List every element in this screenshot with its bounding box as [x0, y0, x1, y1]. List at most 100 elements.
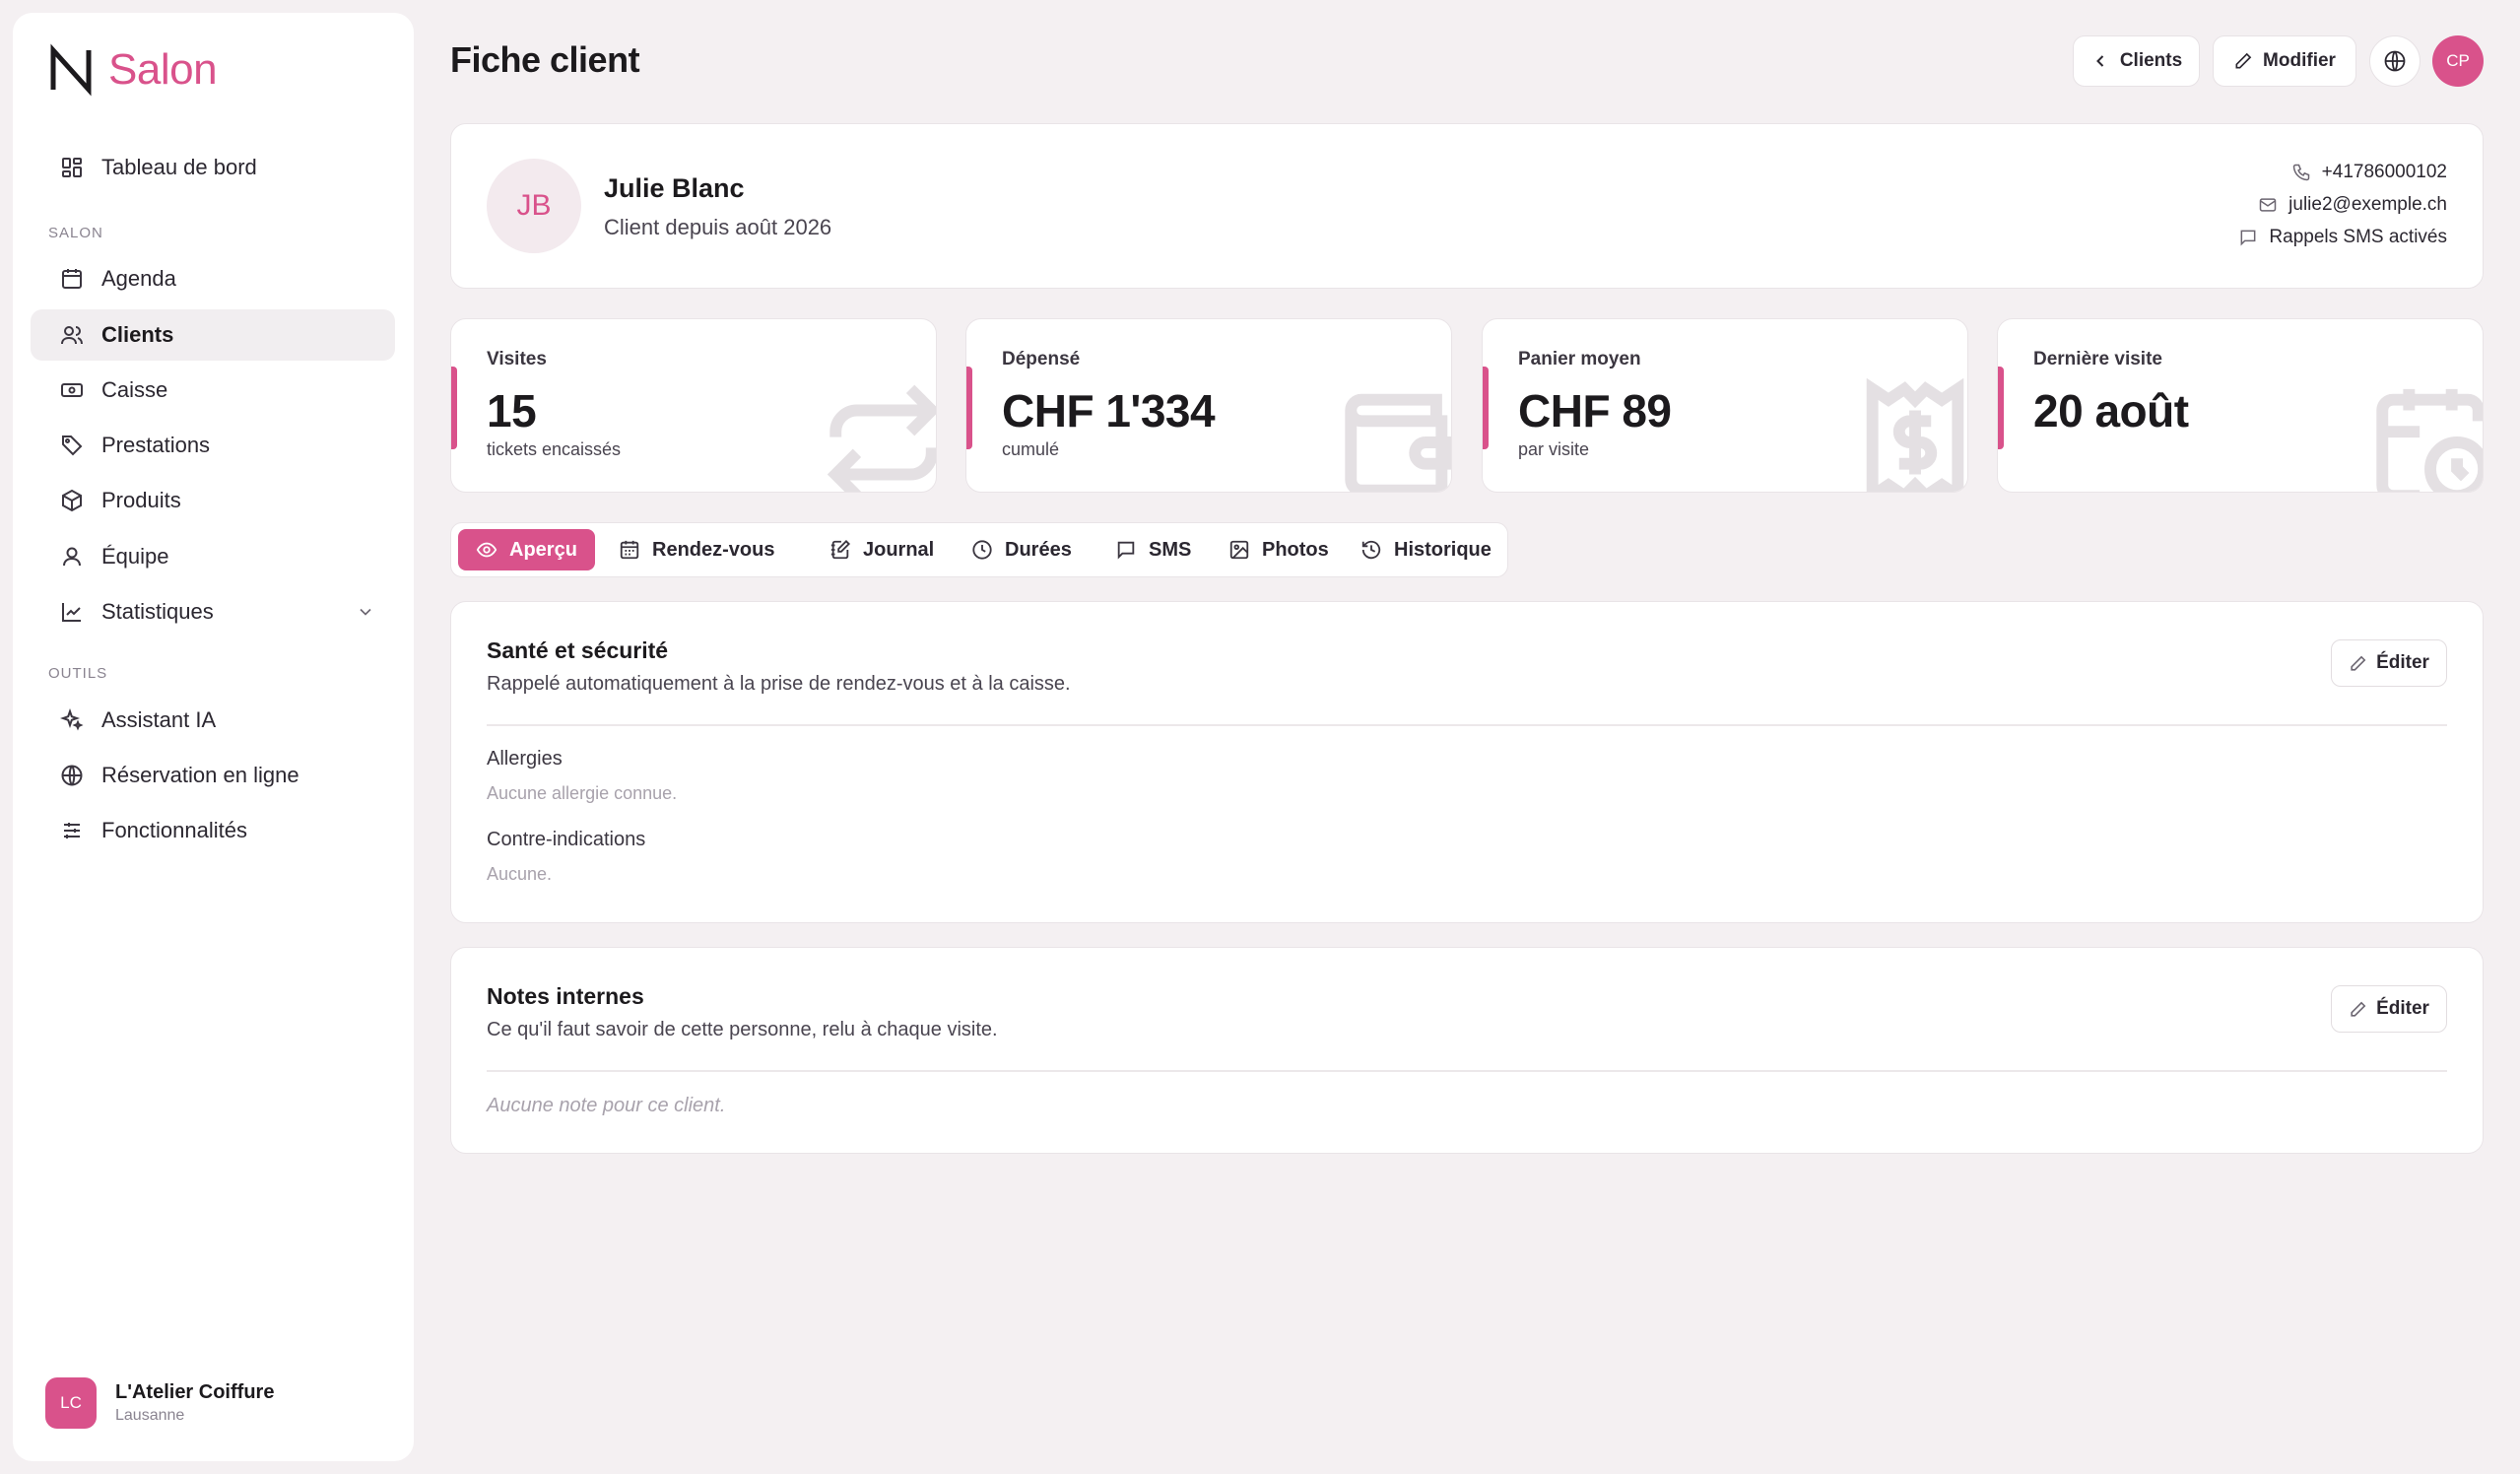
dashboard-icon [62, 158, 82, 177]
contraindications-value: Aucune. [487, 864, 553, 884]
sidebar-item-fonctionnalites[interactable]: Fonctionnalités [31, 805, 395, 856]
sliders-icon [64, 823, 80, 838]
stat-label: Visites [487, 349, 547, 369]
sidebar-item-equipe[interactable]: Équipe [31, 531, 395, 582]
users-icon [61, 326, 83, 345]
client-profile-card: JB Julie Blanc Client depuis août 2026 +… [450, 123, 2484, 289]
language-button[interactable] [2369, 35, 2421, 87]
tab-rendez-vous[interactable]: Rendez-vous [601, 529, 792, 570]
stat-value: CHF 1'334 [1002, 385, 1216, 436]
sidebar-item-label: Assistant IA [101, 707, 217, 732]
sidebar-item-statistiques[interactable]: Statistiques [31, 586, 395, 637]
pencil-icon [2351, 1001, 2366, 1017]
phone-icon [2292, 164, 2309, 181]
sidebar-item-prestations[interactable]: Prestations [31, 420, 395, 471]
client-phone[interactable]: +41786000102 [2291, 162, 2447, 183]
tab-label: Durées [1005, 538, 1072, 561]
stat-accent-bar [966, 367, 972, 449]
email-value: julie2@exemple.ch [2288, 194, 2447, 215]
tab-historique[interactable]: Historique [1343, 529, 1509, 570]
stat-label: Dernière visite [2033, 349, 2162, 369]
sidebar-item-label: Agenda [101, 266, 176, 291]
stat-accent-bar [1483, 367, 1489, 449]
stat-value: CHF 89 [1518, 385, 1672, 436]
pencil-icon [2351, 655, 2366, 671]
stat-subtitle: cumulé [1002, 439, 1060, 459]
edit-notes-button[interactable]: Éditer [2331, 985, 2447, 1033]
edit-button-label: Éditer [2376, 998, 2429, 1019]
sidebar-item-label: Produits [101, 488, 181, 512]
organization-switcher[interactable]: LC L'Atelier Coiffure Lausanne [45, 1377, 274, 1429]
mail-icon [2259, 198, 2277, 212]
section-label-salon: SALON [48, 225, 103, 241]
edit-health-button[interactable]: Éditer [2331, 639, 2447, 687]
sidebar-item-label: Prestations [101, 433, 211, 457]
image-icon [1229, 540, 1249, 560]
tab-label: Aperçu [509, 538, 577, 561]
stat-subtitle: tickets encaissés [487, 439, 622, 459]
internal-notes-card: Notes internes Ce qu'il faut savoir de c… [450, 947, 2484, 1154]
client-tabs: Aperçu Rendez-vous Journal Durées SMS Ph… [450, 522, 1508, 577]
org-info: L'Atelier Coiffure Lausanne [115, 1381, 274, 1425]
stat-value: 15 [487, 385, 537, 436]
section-subtitle: Ce qu'il faut savoir de cette personne, … [487, 1019, 998, 1040]
sidebar-item-label: Caisse [101, 377, 168, 402]
org-city: Lausanne [115, 1407, 185, 1424]
wallet-icon [1345, 393, 1451, 492]
allergies-label: Allergies [487, 748, 563, 770]
chevron-down-icon[interactable] [356, 602, 375, 622]
sidebar: Salon Tableau de bord SALON Agenda Clien… [13, 13, 414, 1461]
phone-value: +41786000102 [2321, 162, 2447, 182]
section-label-outils: OUTILS [48, 665, 108, 682]
tab-durees[interactable]: Durées [954, 529, 1090, 570]
stat-label: Panier moyen [1518, 349, 1641, 369]
tab-label: SMS [1149, 538, 1192, 561]
chart-icon [62, 603, 81, 622]
sidebar-item-label: Tableau de bord [101, 155, 257, 179]
client-name: Julie Blanc [604, 173, 745, 203]
stat-subtitle: par visite [1518, 439, 1590, 459]
back-to-clients-button[interactable]: Clients [2073, 35, 2200, 87]
sidebar-item-reservation-en-ligne[interactable]: Réservation en ligne [31, 750, 395, 801]
client-avatar: JB [487, 159, 581, 253]
tab-sms[interactable]: SMS [1097, 529, 1209, 570]
message-icon [1117, 541, 1135, 560]
sidebar-item-tableau-de-bord[interactable]: Tableau de bord [31, 142, 395, 193]
allergies-value: Aucune allergie connue. [487, 783, 678, 803]
page-title: Fiche client [450, 39, 640, 80]
history-icon [1361, 540, 1381, 560]
brand-logo[interactable]: Salon [45, 42, 218, 98]
tab-journal[interactable]: Journal [812, 529, 952, 570]
stat-card-last-visit: Dernière visite 20 août [1997, 318, 2484, 493]
tab-label: Historique [1394, 538, 1492, 561]
client-email[interactable]: julie2@exemple.ch [2258, 194, 2447, 216]
user-icon [63, 547, 81, 567]
cash-icon [61, 383, 83, 397]
calendar-clock-icon [2376, 388, 2483, 492]
user-avatar[interactable]: CP [2432, 35, 2484, 87]
org-name: L'Atelier Coiffure [115, 1381, 275, 1403]
sidebar-item-agenda[interactable]: Agenda [31, 253, 395, 304]
brand-name: Salon [108, 45, 218, 94]
back-button-label: Clients [2119, 50, 2183, 71]
globe-icon [61, 765, 83, 786]
sidebar-item-label: Fonctionnalités [101, 818, 247, 842]
stat-accent-bar [1998, 367, 2004, 449]
contraindications-label: Contre-indications [487, 829, 646, 850]
client-since: Client depuis août 2026 [604, 215, 832, 239]
sidebar-item-produits[interactable]: Produits [31, 475, 395, 526]
tab-apercu[interactable]: Aperçu [458, 529, 595, 570]
sidebar-item-assistant-ia[interactable]: Assistant IA [31, 695, 395, 746]
edit-button-label: Éditer [2376, 652, 2429, 673]
tab-label: Rendez-vous [652, 538, 775, 561]
tab-photos[interactable]: Photos [1211, 529, 1347, 570]
stat-label: Dépensé [1002, 349, 1081, 369]
calendar-icon [62, 269, 82, 289]
modify-client-button[interactable]: Modifier [2213, 35, 2356, 87]
sidebar-item-caisse[interactable]: Caisse [31, 365, 395, 416]
sidebar-item-clients[interactable]: Clients [31, 309, 395, 361]
sidebar-item-label: Clients [101, 322, 174, 347]
message-icon [2241, 230, 2256, 246]
stat-card-visits: Visites 15 tickets encaissés [450, 318, 937, 493]
sidebar-item-label: Réservation en ligne [101, 763, 299, 787]
